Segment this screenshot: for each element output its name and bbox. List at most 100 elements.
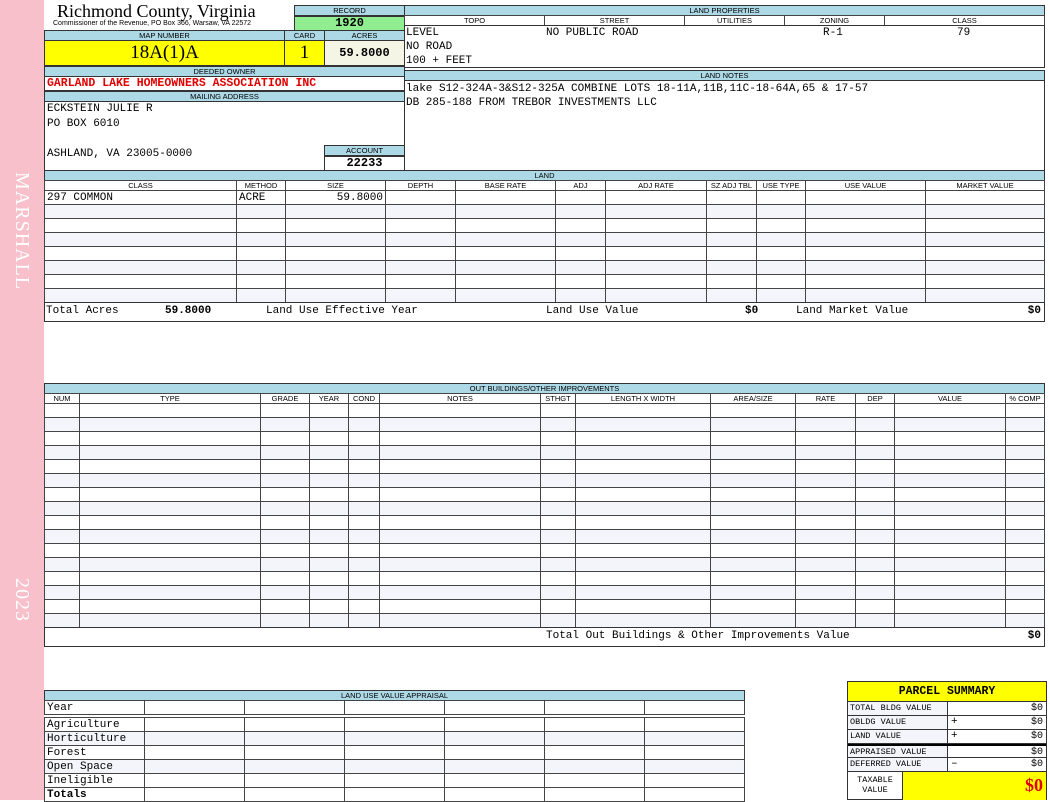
table-cell [79, 557, 261, 572]
table-row [44, 529, 1045, 544]
table-cell [710, 613, 796, 628]
table-cell [44, 274, 237, 289]
table-cell [795, 417, 856, 432]
table-cell [260, 571, 310, 586]
table-cell [540, 515, 576, 530]
table-cell [348, 515, 380, 530]
summary-value: $0 [1030, 759, 1043, 770]
table-cell [925, 274, 1045, 289]
topo-3: 100 + FEET [406, 55, 473, 67]
table-cell [795, 543, 856, 558]
table-cell [79, 599, 261, 614]
table-cell [855, 613, 895, 628]
total-acres-label: Total Acres [46, 305, 119, 317]
table-cell [795, 585, 856, 600]
table-cell [385, 246, 456, 261]
table-cell [309, 459, 349, 474]
table-cell [855, 417, 895, 432]
table-cell [348, 431, 380, 446]
table-cell [555, 274, 606, 289]
table-cell [540, 599, 576, 614]
table-cell [710, 501, 796, 516]
table-cell [244, 787, 345, 802]
outbuildings-col-header: % COMP [1005, 393, 1045, 404]
table-cell [555, 246, 606, 261]
table-cell [1005, 585, 1045, 600]
land-col-header: ADJ RATE [605, 180, 707, 191]
land-use-label: Horticulture [44, 731, 145, 746]
table-cell [444, 773, 545, 788]
table-cell [44, 557, 80, 572]
table-cell [795, 487, 856, 502]
table-cell [1005, 515, 1045, 530]
land-use-label: Forest [44, 745, 145, 760]
table-cell [706, 288, 757, 303]
table-cell [710, 599, 796, 614]
table-cell [348, 445, 380, 460]
table-cell [575, 501, 711, 516]
table-cell [455, 204, 556, 219]
table-cell [309, 571, 349, 586]
table-cell [260, 529, 310, 544]
table-cell [260, 557, 310, 572]
table-cell [605, 288, 707, 303]
table-cell [444, 717, 545, 732]
land-col-header: SIZE [285, 180, 386, 191]
table-cell [540, 585, 576, 600]
table-cell [894, 403, 1006, 418]
table-cell [379, 473, 541, 488]
land-col-header: ADJ [555, 180, 606, 191]
summary-label: LAND VALUE [848, 730, 948, 743]
deeded-owner: GARLAND LAKE HOMEOWNERS ASSOCIATION INC [44, 76, 405, 91]
table-cell [236, 274, 286, 289]
land-col-header: BASE RATE [455, 180, 556, 191]
table-cell [44, 585, 80, 600]
table-cell [555, 288, 606, 303]
map-number: 18A(1)A [44, 40, 285, 66]
table-row: 297 COMMON ACRE 59.8000 [44, 190, 1045, 205]
table-cell [455, 218, 556, 233]
table-cell [1005, 445, 1045, 460]
table-cell [144, 787, 245, 802]
table-cell [79, 571, 261, 586]
table-cell [544, 731, 645, 746]
land-col-header: USE VALUE [805, 180, 926, 191]
table-cell [805, 218, 926, 233]
side-strip: MARSHALL 2023 [0, 0, 44, 800]
table-cell [379, 459, 541, 474]
table-cell [855, 501, 895, 516]
table-cell [795, 431, 856, 446]
table-cell [710, 571, 796, 586]
summary-value: $0 [1030, 703, 1043, 714]
table-cell [79, 585, 261, 600]
table-cell [455, 246, 556, 261]
outbuildings-totals: Total Out Buildings & Other Improvements… [44, 627, 1045, 647]
street-value: NO PUBLIC ROAD [546, 27, 639, 39]
table-cell [575, 473, 711, 488]
table-cell [344, 745, 445, 760]
table-cell [79, 431, 261, 446]
address-line-3: ASHLAND, VA 23005-0000 [47, 148, 193, 160]
table-cell [260, 459, 310, 474]
table-cell [540, 501, 576, 516]
table-cell [575, 487, 711, 502]
table-cell [855, 473, 895, 488]
land-use-label: Open Space [44, 759, 145, 774]
card-number: 1 [284, 40, 325, 66]
table-cell [805, 246, 926, 261]
table-cell [894, 557, 1006, 572]
outbuildings-col-header: STHGT [540, 393, 576, 404]
table-cell [79, 487, 261, 502]
parcel-summary-title: PARCEL SUMMARY [848, 682, 1046, 702]
table-cell [236, 232, 286, 247]
table-cell [1005, 529, 1045, 544]
land-col-header: MARKET VALUE [925, 180, 1045, 191]
table-cell [1005, 487, 1045, 502]
table-cell [855, 515, 895, 530]
table-cell [795, 515, 856, 530]
table-cell [285, 274, 386, 289]
table-cell [925, 288, 1045, 303]
table-cell [260, 515, 310, 530]
table-cell [385, 232, 456, 247]
table-cell [1005, 557, 1045, 572]
